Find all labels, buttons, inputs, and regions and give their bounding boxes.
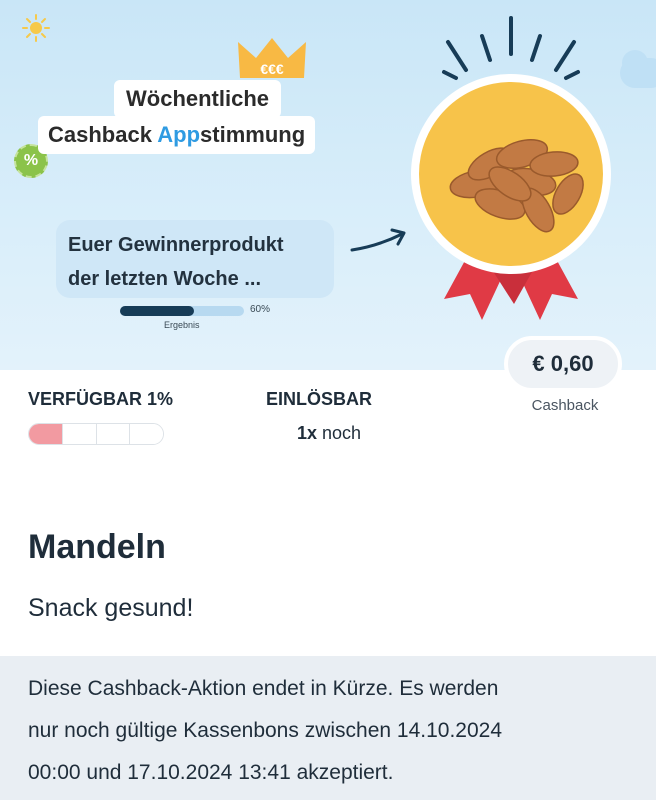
redeemable-count: 1x bbox=[296, 423, 317, 443]
result-progress-percent: 60% bbox=[250, 304, 271, 315]
winner-text: Euer Gewinnerprodukt der letzten Woche .… bbox=[68, 228, 284, 296]
title-accent: App bbox=[157, 122, 201, 147]
result-progress-fill bbox=[120, 306, 195, 316]
winner-card: Euer Gewinnerprodukt der letzten Woche .… bbox=[56, 220, 334, 298]
availability-bar bbox=[28, 423, 164, 445]
cloud-icon bbox=[622, 50, 648, 76]
winner-line1: Euer Gewinnerprodukt bbox=[68, 234, 284, 256]
winner-line2: der letzten Woche ... bbox=[68, 268, 261, 290]
availability-segment bbox=[62, 424, 97, 444]
redeemable-value: 1x noch bbox=[266, 423, 392, 444]
almonds-medal-icon bbox=[411, 16, 611, 320]
notice-text: Diese Cashback-Aktion endet in Kürze. Es… bbox=[28, 668, 628, 794]
result-progress-label: Ergebnis bbox=[164, 320, 200, 330]
title-suffix: stimmung bbox=[200, 122, 306, 147]
result-progress-bar bbox=[120, 306, 244, 316]
availability-segment bbox=[130, 424, 163, 444]
availability-label: VERFÜGBAR 1% bbox=[28, 389, 174, 409]
crown-icon: €€€ bbox=[238, 38, 306, 78]
banner-title: Wöchentliche Cashback Appstimmung bbox=[38, 80, 364, 158]
title-prefix: Cashback bbox=[48, 122, 158, 147]
notice-line2: nur noch gültige Kassenbons zwischen 14.… bbox=[28, 719, 502, 742]
expiry-notice: Diese Cashback-Aktion endet in Kürze. Es… bbox=[0, 656, 656, 800]
cashback-amount: € 0,60 bbox=[504, 336, 622, 392]
availability-segment bbox=[96, 424, 131, 444]
availability-segment bbox=[29, 424, 63, 444]
crown-text: €€€ bbox=[260, 61, 284, 77]
banner-title-line2: Cashback Appstimmung bbox=[38, 116, 316, 154]
notice-line1: Diese Cashback-Aktion endet in Kürze. Es… bbox=[28, 677, 499, 700]
notice-line3: 00:00 und 17.10.2024 13:41 akzeptiert. bbox=[28, 761, 394, 784]
product-title: Mandeln bbox=[28, 528, 166, 566]
redeemable-suffix: noch bbox=[316, 423, 362, 443]
sun-icon bbox=[22, 14, 50, 42]
redeemable-label: EINLÖSBAR bbox=[266, 389, 373, 409]
cashback-label: Cashback bbox=[531, 397, 599, 414]
promo-banner: % €€€ Wöchentliche Cashback Appstimmung … bbox=[0, 0, 656, 370]
product-subtitle: Snack gesund! bbox=[28, 594, 194, 622]
arrow-icon bbox=[350, 228, 406, 252]
banner-title-line1: Wöchentliche bbox=[114, 80, 282, 118]
